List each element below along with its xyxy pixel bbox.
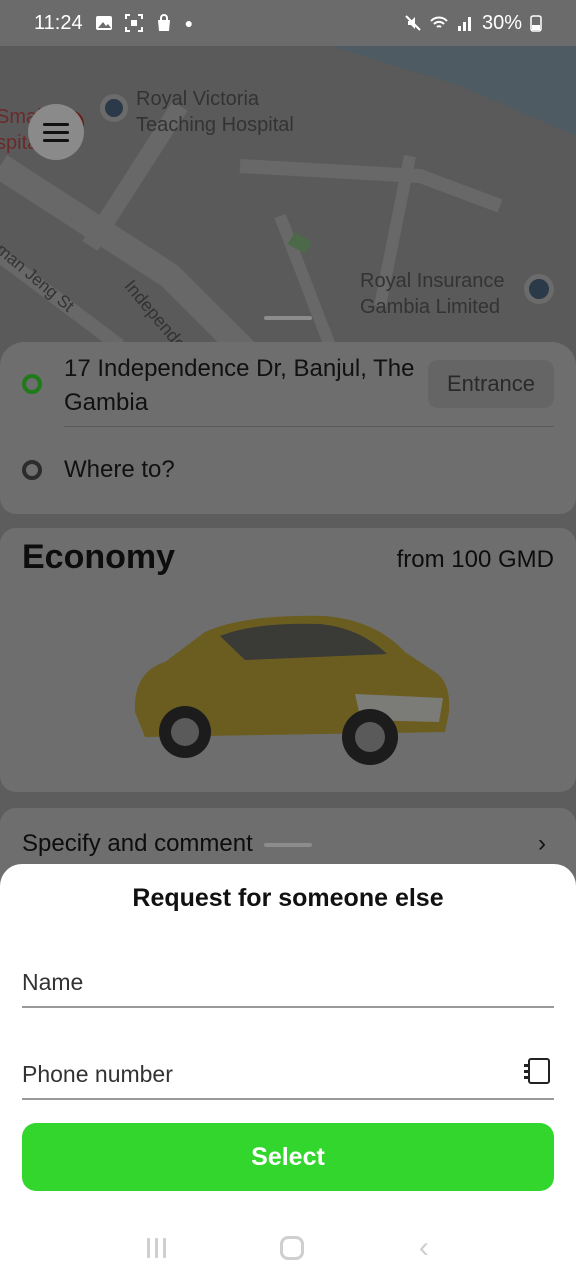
select-button[interactable]: Select — [22, 1123, 554, 1191]
map-label-hospital-2: Teaching Hospital — [136, 114, 294, 136]
chevron-right-icon: › — [538, 830, 546, 857]
phone-input[interactable] — [22, 1061, 502, 1088]
battery-percent: 30% — [481, 11, 522, 34]
shopping-bag-icon — [157, 14, 170, 31]
map-drag-handle[interactable] — [264, 316, 312, 320]
pickup-dot-icon — [22, 374, 42, 394]
place-pin-icon[interactable] — [100, 94, 128, 122]
map-label-insurance-2: Gambia Limited — [360, 296, 501, 318]
notification-dot-icon: ● — [184, 15, 194, 31]
mute-icon — [405, 15, 421, 31]
nav-back-icon[interactable]: ‹ — [419, 1233, 429, 1263]
sheet-drag-handle[interactable] — [264, 843, 312, 847]
tariff-price: from 100 GMD — [396, 546, 554, 573]
sheet-title: Request for someone else — [132, 884, 444, 912]
entrance-button[interactable]: Entrance — [428, 360, 554, 408]
map-view[interactable]: Small spital H Royal Victoria Teaching H… — [0, 46, 576, 366]
specify-comment-label: Specify and comment — [22, 830, 253, 857]
route-card: 17 Independence Dr, Banjul, The Gambia E… — [0, 342, 576, 514]
nav-home-icon[interactable] — [280, 1236, 305, 1260]
status-time: 11:24 — [34, 11, 83, 34]
system-nav-bar: ‹ — [0, 1216, 576, 1280]
battery-icon — [530, 15, 542, 32]
status-bar: 11:24 ● 30% — [0, 0, 576, 46]
signal-icon — [457, 17, 471, 31]
screenshot-icon — [124, 14, 143, 32]
place-pin-icon[interactable] — [524, 274, 554, 304]
destination-dot-icon — [22, 460, 42, 480]
tariff-card[interactable]: Economy from 100 GMD — [0, 528, 576, 792]
wifi-icon — [430, 16, 448, 28]
contact-book-icon[interactable] — [524, 1058, 550, 1084]
request-sheet: Request for someone else Select ‹ — [0, 864, 576, 1280]
destination-field[interactable]: Where to? — [64, 453, 424, 487]
gallery-icon — [95, 16, 112, 30]
nav-recent-icon[interactable] — [147, 1238, 167, 1258]
menu-icon — [43, 122, 69, 126]
phone-field[interactable] — [22, 1038, 554, 1100]
map-label-insurance-1: Royal Insurance — [360, 270, 505, 292]
route-divider — [64, 426, 554, 427]
tariff-name: Economy — [22, 538, 176, 576]
name-input[interactable] — [22, 969, 502, 996]
menu-button[interactable] — [28, 104, 84, 160]
pickup-address[interactable]: 17 Independence Dr, Banjul, The Gambia — [64, 352, 424, 420]
name-field[interactable] — [22, 946, 554, 1008]
car-image — [134, 615, 450, 765]
map-label-hospital-1: Royal Victoria — [136, 88, 260, 110]
